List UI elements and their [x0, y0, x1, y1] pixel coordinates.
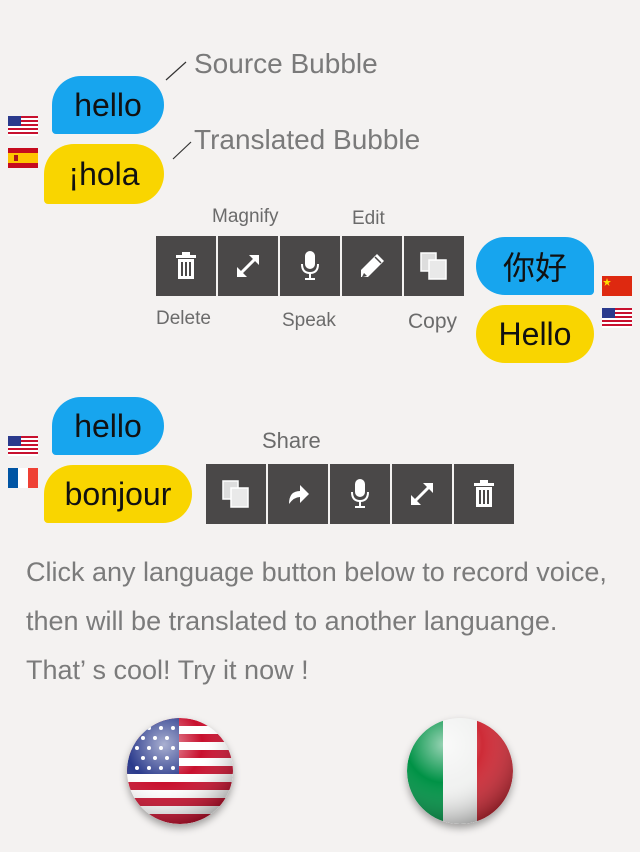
magnify-label: Magnify — [212, 206, 279, 227]
translated-bubble[interactable]: ¡hola — [44, 144, 164, 204]
delete-button[interactable] — [454, 464, 514, 524]
italian-language-button[interactable] — [407, 718, 513, 824]
source-bubble[interactable]: hello — [52, 76, 164, 134]
us-flag-icon[interactable] — [8, 436, 38, 456]
instruction-line: then will be translated to another langu… — [26, 606, 558, 636]
us-flag-globe-icon — [127, 718, 233, 824]
bubble-toolbar — [156, 236, 464, 296]
microphone-icon — [301, 251, 319, 280]
source-bubble-chinese[interactable]: 你好 — [476, 237, 594, 295]
copy-icon — [222, 480, 249, 508]
instruction-line: That’ s cool! Try it now ! — [26, 655, 309, 685]
delete-label: Delete — [156, 308, 211, 329]
expand-icon — [411, 483, 433, 505]
expand-icon — [237, 255, 259, 277]
instructions: Click any language button below to recor… — [26, 548, 640, 695]
source-bubble[interactable]: hello — [52, 397, 164, 455]
bubble-toolbar — [206, 464, 514, 524]
copy-label: Copy — [408, 310, 458, 333]
italy-flag-globe-icon — [407, 718, 513, 824]
copy-button[interactable] — [206, 464, 266, 524]
speak-label: Speak — [282, 310, 336, 331]
magnify-button[interactable] — [218, 236, 278, 296]
source-bubble-annotation: Source Bubble — [194, 48, 378, 79]
translated-bubble-text: ¡hola — [68, 155, 140, 192]
translated-bubble-english-text: Hello — [498, 315, 572, 352]
trash-icon — [474, 480, 494, 507]
us-flag-icon[interactable] — [8, 116, 38, 136]
copy-button[interactable] — [404, 236, 464, 296]
source-bubble-text: hello — [74, 407, 142, 444]
share-button[interactable] — [268, 464, 328, 524]
edit-button[interactable] — [342, 236, 402, 296]
share-label: Share — [262, 428, 321, 453]
translated-bubble-text: bonjour — [64, 475, 172, 512]
magnify-button[interactable] — [392, 464, 452, 524]
english-language-button[interactable] — [127, 718, 233, 824]
us-flag-icon[interactable] — [602, 308, 632, 328]
delete-button[interactable] — [156, 236, 216, 296]
share-icon — [289, 485, 309, 504]
spain-flag-icon[interactable] — [8, 148, 38, 168]
source-bubble-text: hello — [74, 86, 142, 123]
trash-icon — [176, 252, 196, 279]
translated-bubble[interactable]: bonjour — [44, 465, 192, 523]
edit-label: Edit — [352, 208, 385, 229]
copy-icon — [420, 252, 447, 280]
speak-button[interactable] — [280, 236, 340, 296]
microphone-icon — [351, 479, 369, 508]
translated-bubble-english[interactable]: Hello — [476, 305, 594, 363]
pencil-icon — [361, 254, 384, 277]
china-flag-icon[interactable] — [602, 276, 632, 296]
translated-bubble-annotation: Translated Bubble — [194, 124, 421, 155]
speak-button[interactable] — [330, 464, 390, 524]
instruction-line: Click any language button below to recor… — [26, 557, 607, 587]
source-bubble-chinese-text: 你好 — [502, 250, 567, 286]
france-flag-icon[interactable] — [8, 468, 38, 488]
